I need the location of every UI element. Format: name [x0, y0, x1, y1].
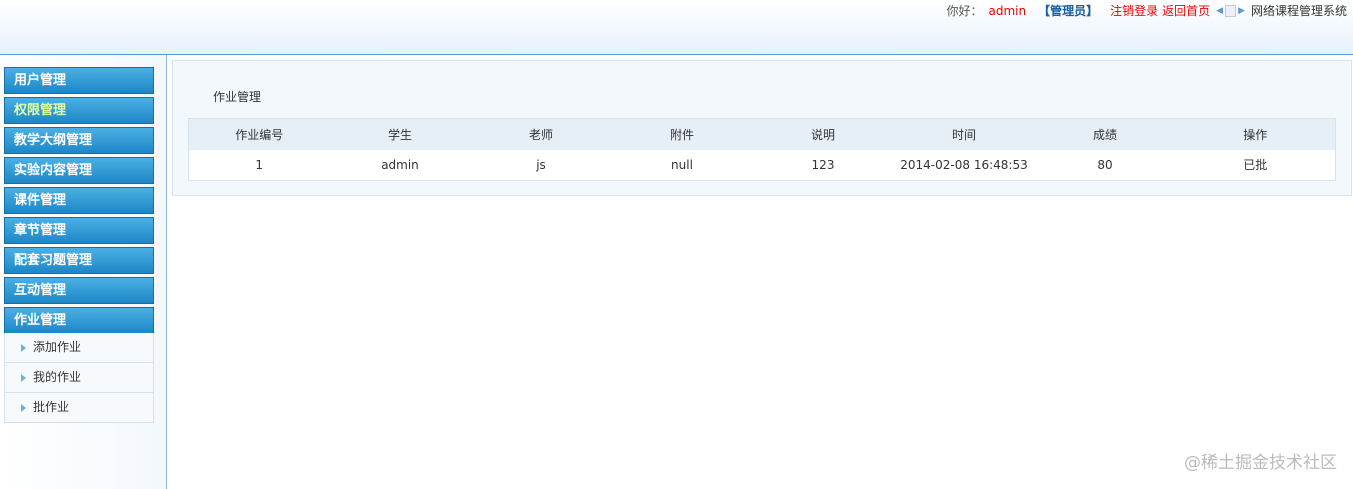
menu-homework[interactable]: 作业管理: [4, 307, 154, 334]
top-bar: 你好： admin 【管理员】 注销登录 返回首页 ◀ ▶ 网络课程管理系统: [940, 2, 1347, 19]
header: 你好： admin 【管理员】 注销登录 返回首页 ◀ ▶ 网络课程管理系统: [0, 0, 1353, 55]
cell-description: 123: [752, 149, 894, 181]
menu-exercises[interactable]: 配套习题管理: [4, 247, 154, 274]
greeting: 你好：: [946, 4, 983, 18]
col-id: 作业编号: [188, 118, 330, 150]
menu-interaction[interactable]: 互动管理: [4, 277, 154, 304]
col-student: 学生: [329, 118, 471, 150]
logout-link[interactable]: 注销登录: [1110, 2, 1158, 19]
col-action: 操作: [1175, 118, 1336, 150]
cell-attachment: null: [611, 149, 753, 181]
home-link[interactable]: 返回首页: [1162, 2, 1210, 19]
cell-time: 2014-02-08 16:48:53: [893, 149, 1035, 181]
col-teacher: 老师: [470, 118, 612, 150]
pager: ◀ ▶: [1216, 4, 1245, 17]
content-panel: 作业管理 作业编号 学生 老师 附件 说明 时间 成绩 操作 1 admin j…: [172, 60, 1352, 196]
system-name: 网络课程管理系统: [1250, 4, 1347, 18]
page-icon: [1225, 4, 1237, 17]
table-row: 1 admin js null 123 2014-02-08 16:48:53 …: [188, 149, 1336, 181]
prev-arrow-icon[interactable]: ◀: [1216, 6, 1223, 16]
sidebar: 用户管理 权限管理 教学大纲管理 实验内容管理 课件管理 章节管理 配套习题管理…: [0, 55, 167, 489]
username: admin: [988, 3, 1027, 18]
table-header: 作业编号 学生 老师 附件 说明 时间 成绩 操作: [188, 118, 1336, 150]
menu-user[interactable]: 用户管理: [4, 67, 154, 94]
col-score: 成绩: [1034, 118, 1176, 150]
submenu-grade-homework[interactable]: 批作业: [4, 393, 154, 423]
cell-score: 80: [1034, 149, 1176, 181]
cell-id: 1: [188, 149, 330, 181]
submenu-add-homework[interactable]: 添加作业: [4, 333, 154, 363]
menu-chapter[interactable]: 章节管理: [4, 217, 154, 244]
col-attachment: 附件: [611, 118, 753, 150]
cell-teacher: js: [470, 149, 612, 181]
menu-courseware[interactable]: 课件管理: [4, 187, 154, 214]
menu-syllabus[interactable]: 教学大纲管理: [4, 127, 154, 154]
next-arrow-icon[interactable]: ▶: [1238, 6, 1245, 16]
page-title: 作业管理: [213, 90, 262, 104]
menu-permission[interactable]: 权限管理: [4, 97, 154, 124]
role-badge: 【管理员】: [1038, 4, 1099, 18]
menu-experiment[interactable]: 实验内容管理: [4, 157, 154, 184]
homework-table: 作业编号 学生 老师 附件 说明 时间 成绩 操作 1 admin js nul…: [188, 118, 1336, 181]
watermark: @稀土掘金技术社区: [1184, 453, 1337, 473]
cell-student: admin: [329, 149, 471, 181]
col-time: 时间: [893, 118, 1035, 150]
submenu-my-homework[interactable]: 我的作业: [4, 363, 154, 393]
cell-action[interactable]: 已批: [1175, 149, 1336, 181]
col-description: 说明: [752, 118, 894, 150]
